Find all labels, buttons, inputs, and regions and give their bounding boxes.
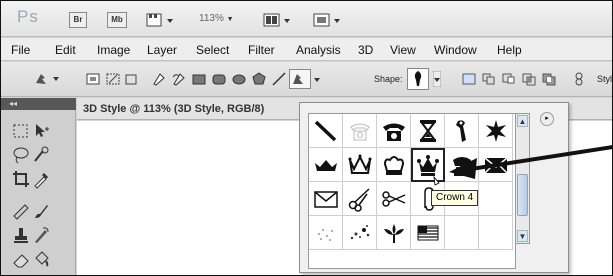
clone-stamp-tool-icon[interactable] xyxy=(11,225,31,245)
menu-filter[interactable]: Filter xyxy=(248,43,275,57)
shape-scissors-2[interactable] xyxy=(377,182,411,216)
shape-label: Shape: xyxy=(374,74,403,84)
shape-layers-mode-icon[interactable] xyxy=(85,71,101,87)
shape-fleur-leaf[interactable] xyxy=(377,216,411,250)
history-brush-tool-icon[interactable] xyxy=(31,225,51,245)
shape-dropdown-icon[interactable] xyxy=(433,71,441,87)
fill-pixels-mode-icon[interactable] xyxy=(123,71,139,87)
crop-tool-icon[interactable] xyxy=(11,169,31,189)
shape-line[interactable] xyxy=(309,114,343,148)
shape-phone-dial[interactable] xyxy=(377,114,411,148)
pen-tool-icon[interactable] xyxy=(151,71,167,87)
custom-shape-picker: ▲ ▼ ▸ xyxy=(299,102,569,273)
menu-view[interactable]: View xyxy=(390,43,416,57)
tool-preset-picker-icon[interactable] xyxy=(33,71,63,87)
shape-tooltip: Crown 4 xyxy=(431,190,479,206)
rectangle-tool-icon[interactable] xyxy=(191,71,207,87)
zoom-level[interactable]: 113% ▼ xyxy=(199,13,234,24)
healing-brush-tool-icon[interactable] xyxy=(11,201,31,221)
shape-dotted-stars[interactable] xyxy=(309,216,343,250)
subtract-from-shape-area-icon[interactable] xyxy=(501,71,517,87)
view-extras-icon[interactable] xyxy=(146,11,176,29)
shape-grid-scrollbar[interactable]: ▲ ▼ xyxy=(516,113,530,244)
style-label: Style xyxy=(597,74,613,84)
scroll-thumb[interactable] xyxy=(517,174,528,216)
marquee-tool-icon[interactable] xyxy=(11,121,31,141)
menu-layer[interactable]: Layer xyxy=(147,43,177,57)
options-bar: Shape: Style xyxy=(1,62,613,97)
shape-crown-4[interactable] xyxy=(411,148,445,182)
photoshop-window: Ps Br Mb 113% ▼ File Edit Image Layer Se… xyxy=(0,0,613,276)
picker-menu-icon[interactable]: ▸ xyxy=(540,112,554,126)
paint-bucket-tool-icon[interactable] xyxy=(31,249,51,269)
menu-edit[interactable]: Edit xyxy=(55,43,76,57)
shape-crown-3[interactable] xyxy=(377,148,411,182)
menu-image[interactable]: Image xyxy=(97,43,130,57)
rounded-rectangle-tool-icon[interactable] xyxy=(211,71,227,87)
polygon-tool-icon[interactable] xyxy=(251,71,267,87)
shape-scissors-1[interactable] xyxy=(343,182,377,216)
menu-bar: File Edit Image Layer Select Filter Anal… xyxy=(1,38,612,61)
menu-help[interactable]: Help xyxy=(497,43,522,57)
paths-mode-icon[interactable] xyxy=(105,71,121,87)
lasso-tool-icon[interactable] xyxy=(11,145,31,165)
add-to-shape-area-icon[interactable] xyxy=(481,71,497,87)
arrange-documents-icon[interactable] xyxy=(263,11,293,29)
exclude-overlapping-shape-areas-icon[interactable] xyxy=(541,71,557,87)
scroll-down-icon[interactable]: ▼ xyxy=(517,230,528,242)
shape-grid xyxy=(308,113,516,269)
menu-3d[interactable]: 3D xyxy=(358,43,373,57)
new-shape-layer-icon[interactable] xyxy=(461,71,477,87)
application-bar: Ps Br Mb 113% ▼ xyxy=(1,1,612,37)
shape-preview-icon[interactable] xyxy=(407,68,429,90)
shape-blank-2[interactable] xyxy=(479,182,513,216)
intersect-shape-areas-icon[interactable] xyxy=(521,71,537,87)
menu-file[interactable]: File xyxy=(11,43,30,57)
shape-scatter[interactable] xyxy=(343,216,377,250)
shape-flag[interactable] xyxy=(411,216,445,250)
tools-panel: ◂◂ xyxy=(1,98,76,275)
screen-mode-icon[interactable] xyxy=(313,11,343,29)
brush-tool-icon[interactable] xyxy=(31,201,51,221)
shape-crown-2[interactable] xyxy=(343,148,377,182)
eyedropper-tool-icon[interactable] xyxy=(31,169,51,189)
link-layer-style-icon[interactable] xyxy=(573,71,585,87)
shape-hourglass[interactable] xyxy=(411,114,445,148)
menu-analysis[interactable]: Analysis xyxy=(296,43,341,57)
document-tab-title: 3D Style @ 113% (3D Style, RGB/8) xyxy=(83,103,265,115)
custom-shape-tool-icon[interactable] xyxy=(289,69,311,89)
shape-seal-star[interactable] xyxy=(479,114,513,148)
menu-select[interactable]: Select xyxy=(196,43,229,57)
scroll-up-icon[interactable]: ▲ xyxy=(517,115,528,127)
geometry-options-icon[interactable] xyxy=(313,71,321,87)
launch-mini-bridge-button[interactable]: Mb xyxy=(107,12,127,28)
launch-bridge-button[interactable]: Br xyxy=(69,12,87,28)
shape-phone-outline[interactable] xyxy=(343,114,377,148)
shape-blank-3[interactable] xyxy=(445,216,479,250)
shape-envelope-filled[interactable] xyxy=(479,148,513,182)
move-tool-icon[interactable] xyxy=(31,121,51,141)
line-tool-icon[interactable] xyxy=(271,71,287,87)
quick-selection-tool-icon[interactable] xyxy=(31,145,51,165)
photoshop-logo: Ps xyxy=(17,7,39,26)
tools-panel-collapse[interactable]: ◂◂ xyxy=(1,98,76,110)
menu-window[interactable]: Window xyxy=(434,43,477,57)
shape-blank-4[interactable] xyxy=(479,216,513,250)
shape-crown-1[interactable] xyxy=(309,148,343,182)
ellipse-tool-icon[interactable] xyxy=(231,71,247,87)
freeform-pen-tool-icon[interactable] xyxy=(171,71,187,87)
shape-crown-5[interactable] xyxy=(445,148,479,182)
shape-envelope[interactable] xyxy=(309,182,343,216)
eraser-tool-icon[interactable] xyxy=(11,249,31,269)
shape-bird-banner[interactable] xyxy=(445,114,479,148)
